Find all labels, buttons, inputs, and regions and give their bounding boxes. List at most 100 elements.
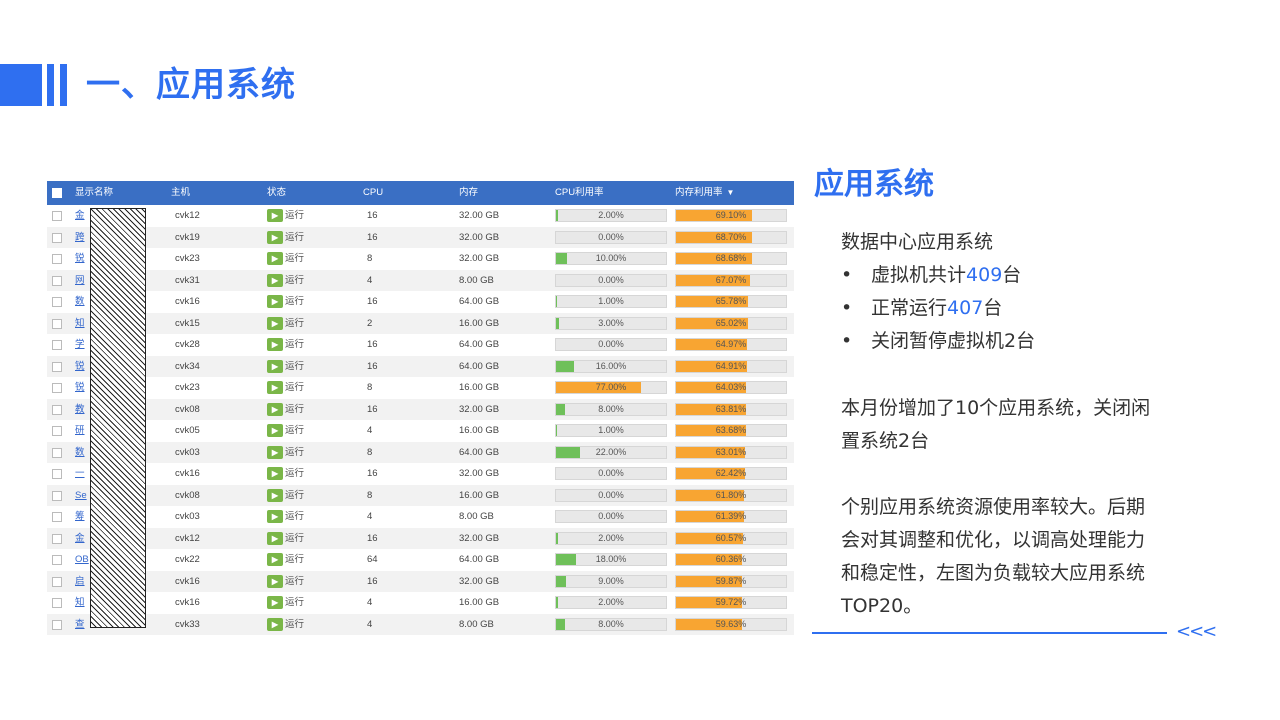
table-row[interactable]: 查 cvk33 ▶ 运行 4 8.00 GB 8.00% 59.63%: [47, 613, 794, 635]
row-checkbox[interactable]: [52, 533, 62, 544]
column-header-mem-util[interactable]: 内存利用率 ▼: [675, 181, 734, 205]
row-checkbox[interactable]: [52, 318, 62, 329]
cpu-cell: 4: [367, 274, 373, 286]
status-cell: ▶ 运行: [267, 549, 304, 571]
table-body: 金 cvk12 ▶ 运行 16 32.00 GB 2.00% 69.10% 跨 cvk19 ▶ 运行 1…: [47, 205, 794, 635]
column-header-cpu[interactable]: CPU: [363, 181, 383, 205]
row-checkbox[interactable]: [52, 232, 62, 243]
memory-cell: 16.00 GB: [459, 597, 500, 608]
table-row[interactable]: 筹 cvk03 ▶ 运行 4 8.00 GB 0.00% 61.39%: [47, 506, 794, 528]
host-cell: cvk22: [175, 554, 200, 565]
vm-running-icon: ▶: [267, 424, 283, 438]
row-checkbox[interactable]: [52, 469, 62, 479]
memory-cell: 16.00 GB: [459, 382, 500, 393]
row-checkbox[interactable]: [52, 211, 62, 221]
bullet-item-total: 虚拟机共计409台: [871, 259, 1021, 292]
memory-cell: 32.00 GB: [459, 575, 500, 587]
table-row[interactable]: 网 cvk31 ▶ 运行 4 8.00 GB 0.00% 67.07%: [47, 269, 794, 291]
row-checkbox[interactable]: [52, 576, 62, 587]
column-header-mem[interactable]: 内存: [459, 181, 478, 205]
panel-divider: [812, 632, 1167, 634]
status-cell: ▶ 运行: [267, 377, 304, 399]
table-row[interactable]: 学 cvk28 ▶ 运行 16 64.00 GB 0.00% 64.97%: [47, 334, 794, 356]
cpu-cell: 16: [367, 575, 378, 587]
mem-util-bar: 68.68%: [675, 252, 787, 265]
row-checkbox[interactable]: [52, 512, 62, 522]
column-header-host[interactable]: 主机: [171, 181, 190, 205]
row-checkbox[interactable]: [52, 426, 62, 436]
status-label: 运行: [285, 382, 305, 393]
status-label: 运行: [285, 597, 305, 608]
status-label: 运行: [285, 446, 305, 458]
mem-util-value: 60.57%: [715, 532, 747, 543]
status-cell: ▶ 运行: [267, 334, 304, 356]
status-label: 运行: [285, 554, 305, 565]
host-cell: cvk23: [175, 382, 200, 393]
bullet-item-stopped: 关闭暂停虚拟机2台: [871, 325, 1035, 358]
mem-util-value: 60.36%: [715, 554, 747, 564]
mem-util-bar: 63.68%: [675, 424, 787, 437]
row-checkbox[interactable]: [52, 340, 62, 350]
row-checkbox[interactable]: [52, 555, 62, 565]
table-row[interactable]: 研 cvk05 ▶ 运行 4 16.00 GB 1.00% 63.68%: [47, 420, 794, 442]
table-row[interactable]: 锐 cvk23 ▶ 运行 8 32.00 GB 10.00% 68.68%: [47, 248, 794, 270]
row-checkbox[interactable]: [52, 490, 62, 501]
table-row[interactable]: 金 cvk12 ▶ 运行 16 32.00 GB 2.00% 69.10%: [47, 205, 794, 227]
cpu-cell: 4: [367, 618, 373, 630]
table-row[interactable]: 知 cvk15 ▶ 运行 2 16.00 GB 3.00% 65.02%: [47, 312, 794, 335]
table-row[interactable]: 数 cvk03 ▶ 运行 8 64.00 GB 22.00% 63.01%: [47, 441, 794, 463]
cpu-cell: 16: [367, 296, 378, 307]
vm-running-icon: ▶: [267, 531, 283, 545]
table-row[interactable]: 锐 cvk34 ▶ 运行 16 64.00 GB 16.00% 64.91%: [47, 355, 794, 377]
arrows-icon: <<<: [1176, 621, 1217, 642]
host-cell: cvk33: [175, 618, 200, 630]
table-row[interactable]: OB cvk22 ▶ 运行 64 64.00 GB 18.00% 60.36%: [47, 549, 794, 571]
status-label: 运行: [285, 489, 305, 501]
row-checkbox[interactable]: [52, 404, 62, 415]
bullet-text: 台: [983, 297, 1003, 319]
memory-cell: 64.00 GB: [459, 339, 500, 350]
row-checkbox[interactable]: [52, 598, 62, 608]
row-checkbox[interactable]: [52, 619, 62, 630]
status-label: 运行: [285, 296, 305, 307]
paragraph-line: TOP20。: [841, 595, 923, 617]
mem-util-value: 62.42%: [715, 468, 747, 478]
row-checkbox[interactable]: [52, 254, 62, 264]
table-row[interactable]: 教 cvk08 ▶ 运行 16 32.00 GB 8.00% 63.81%: [47, 398, 794, 420]
row-checkbox[interactable]: [52, 361, 62, 372]
cpu-util-value: 8.00%: [598, 618, 624, 629]
status-cell: ▶ 运行: [267, 205, 304, 227]
title-decoration-block: [0, 64, 42, 106]
status-label: 运行: [285, 575, 305, 587]
table-row[interactable]: 知 cvk16 ▶ 运行 4 16.00 GB 2.00% 59.72%: [47, 592, 794, 614]
table-row[interactable]: 数 cvk16 ▶ 运行 16 64.00 GB 1.00% 65.78%: [47, 291, 794, 313]
cpu-cell: 8: [367, 446, 373, 458]
cpu-util-value: 8.00%: [598, 403, 624, 414]
sort-desc-icon[interactable]: ▼: [727, 181, 735, 205]
select-all-checkbox[interactable]: [52, 188, 62, 198]
cpu-util-value: 2.00%: [598, 597, 624, 607]
cpu-cell: 8: [367, 382, 373, 393]
status-cell: ▶ 运行: [267, 313, 304, 335]
row-checkbox[interactable]: [52, 275, 62, 286]
mem-util-bar: 62.42%: [675, 467, 787, 480]
row-checkbox[interactable]: [52, 383, 62, 393]
table-row[interactable]: 启 cvk16 ▶ 运行 16 32.00 GB 9.00% 59.87%: [47, 570, 794, 592]
status-label: 运行: [285, 468, 305, 479]
table-row[interactable]: Se cvk08 ▶ 运行 8 16.00 GB 0.00% 61.80%: [47, 484, 794, 506]
cpu-util-value: 0.00%: [598, 274, 624, 285]
table-row[interactable]: 锐 cvk23 ▶ 运行 8 16.00 GB 77.00% 64.03%: [47, 377, 794, 399]
table-row[interactable]: 金 cvk12 ▶ 运行 16 32.00 GB 2.00% 60.57%: [47, 527, 794, 549]
cpu-util-bar: 77.00%: [555, 381, 667, 394]
table-row[interactable]: 一 cvk16 ▶ 运行 16 32.00 GB 0.00% 62.42%: [47, 463, 794, 485]
row-checkbox[interactable]: [52, 297, 62, 307]
table-row[interactable]: 跨 cvk19 ▶ 运行 16 32.00 GB 0.00% 68.70%: [47, 226, 794, 248]
cpu-util-value: 0.00%: [598, 511, 624, 521]
vm-running-icon: ▶: [267, 252, 283, 266]
column-header-cpu-util[interactable]: CPU利用率: [555, 181, 604, 205]
column-header-status[interactable]: 状态: [267, 181, 286, 205]
row-checkbox[interactable]: [52, 447, 62, 458]
cpu-util-bar: 1.00%: [555, 295, 667, 308]
vm-running-icon: ▶: [267, 445, 283, 459]
column-header-name[interactable]: 显示名称: [75, 181, 113, 205]
